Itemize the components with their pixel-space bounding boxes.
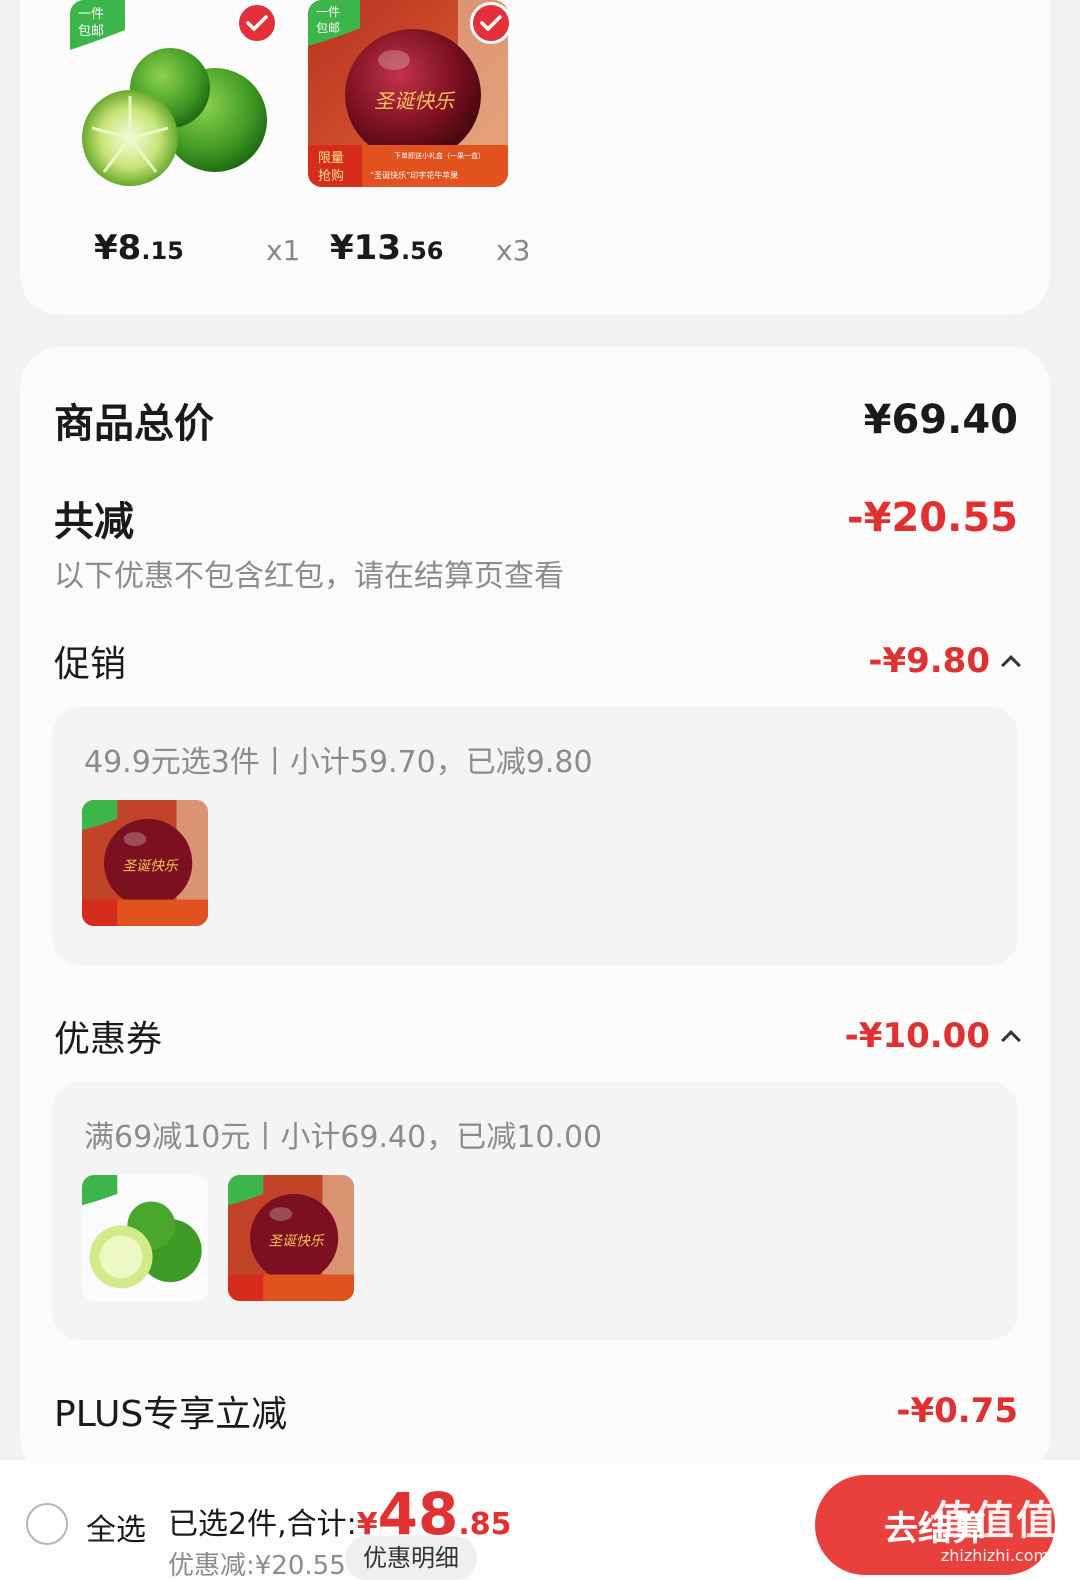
watermark-logo: 值值值 zhizhizhi.com — [920, 1488, 1070, 1565]
total-decimal: .85 — [458, 1507, 512, 1542]
promo-row[interactable]: 促销 -¥9.80 — [54, 635, 1021, 687]
svg-text:“圣诞快乐”印字花牛苹果: “圣诞快乐”印字花牛苹果 — [370, 170, 458, 180]
coupon-detail-box: 满69减10元丨小计69.40，已减10.00 圣诞快乐 — [52, 1082, 1018, 1340]
promo-description: 49.9元选3件丨小计59.70，已减9.80 — [84, 745, 593, 780]
svg-text:一件: 一件 — [316, 5, 340, 19]
coupon-description: 满69减10元丨小计69.40，已减10.00 — [84, 1120, 603, 1155]
total-reduce-label: 共减 — [54, 499, 134, 545]
price-decimal: .15 — [141, 237, 184, 265]
select-all-radio[interactable] — [26, 1503, 68, 1545]
promo-label: 促销 — [54, 644, 127, 685]
chevron-up-icon[interactable] — [1001, 1030, 1021, 1050]
svg-text:下单即送小礼盒（一果一盒）: 下单即送小礼盒（一果一盒） — [394, 151, 485, 160]
coupon-row[interactable]: 优惠券 -¥10.00 — [54, 1010, 1021, 1062]
total-reduce-row: 共减 -¥20.55 — [54, 489, 1018, 547]
discount-summary: 优惠减:¥20.55 — [168, 1551, 346, 1580]
apple-icon[interactable]: 圣诞快乐 — [82, 800, 208, 926]
svg-text:圣诞快乐: 圣诞快乐 — [374, 89, 456, 113]
svg-text:包邮: 包邮 — [316, 21, 340, 35]
svg-text:抢购: 抢购 — [318, 168, 344, 184]
coupon-value: -¥10.00 — [844, 1016, 990, 1056]
svg-text:包邮: 包邮 — [78, 24, 104, 39]
svg-text:圣诞快乐: 圣诞快乐 — [122, 859, 179, 875]
item-price: ¥8.15 — [94, 228, 184, 268]
svg-text:限量: 限量 — [318, 151, 344, 166]
svg-text:一件: 一件 — [78, 7, 104, 22]
price-int: ¥8 — [94, 228, 142, 268]
checked-icon[interactable] — [236, 2, 278, 44]
item-price: ¥13.56 — [330, 228, 444, 268]
plus-discount-value: -¥0.75 — [896, 1391, 1018, 1431]
plus-discount-row: PLUS专享立减 -¥0.75 — [54, 1385, 1018, 1437]
total-price-label: 商品总价 — [54, 401, 214, 447]
watermark-url: zhizhizhi.com — [940, 1546, 1050, 1565]
checked-icon[interactable] — [470, 2, 512, 44]
price-summary-card: 商品总价 ¥69.40 共减 -¥20.55 以下优惠不包含红包，请在结算页查看… — [20, 347, 1050, 1477]
selected-count-label: 已选2件,合计: — [168, 1507, 357, 1542]
total-price-value: ¥69.40 — [863, 397, 1018, 443]
promo-value: -¥9.80 — [868, 641, 990, 681]
discount-detail-button[interactable]: 优惠明细 — [345, 1536, 477, 1580]
watermark-text: 值值值 — [932, 1498, 1058, 1544]
lime-icon[interactable] — [82, 1175, 208, 1301]
svg-text:圣诞快乐: 圣诞快乐 — [268, 1234, 325, 1250]
item-quantity: x3 — [496, 234, 531, 267]
price-int: ¥13 — [330, 228, 401, 268]
discount-note: 以下优惠不包含红包，请在结算页查看 — [54, 559, 564, 594]
promo-detail-box: 49.9元选3件丨小计59.70，已减9.80 圣诞快乐 — [52, 707, 1018, 965]
total-price-row: 商品总价 ¥69.40 — [54, 391, 1018, 449]
cart-page: 一件 包邮 ¥8.15 x1 圣诞快乐 一件 包邮 限量 抢购 下单即送小礼盒（… — [0, 0, 1080, 1580]
item-quantity: x1 — [266, 234, 301, 267]
coupon-label: 优惠券 — [54, 1019, 163, 1060]
checkout-bar: 全选 已选2件,合计:¥48.85 优惠减:¥20.55 优惠明细 去结算 — [0, 1460, 1080, 1580]
apple-icon[interactable]: 圣诞快乐 — [228, 1175, 354, 1301]
plus-discount-label: PLUS专享立减 — [54, 1394, 288, 1435]
price-decimal: .56 — [400, 237, 444, 265]
total-reduce-value: -¥20.55 — [847, 495, 1018, 541]
selected-items-card: 一件 包邮 ¥8.15 x1 圣诞快乐 一件 包邮 限量 抢购 下单即送小礼盒（… — [20, 0, 1050, 315]
chevron-up-icon[interactable] — [1001, 655, 1021, 675]
select-all-label[interactable]: 全选 — [86, 1505, 146, 1549]
